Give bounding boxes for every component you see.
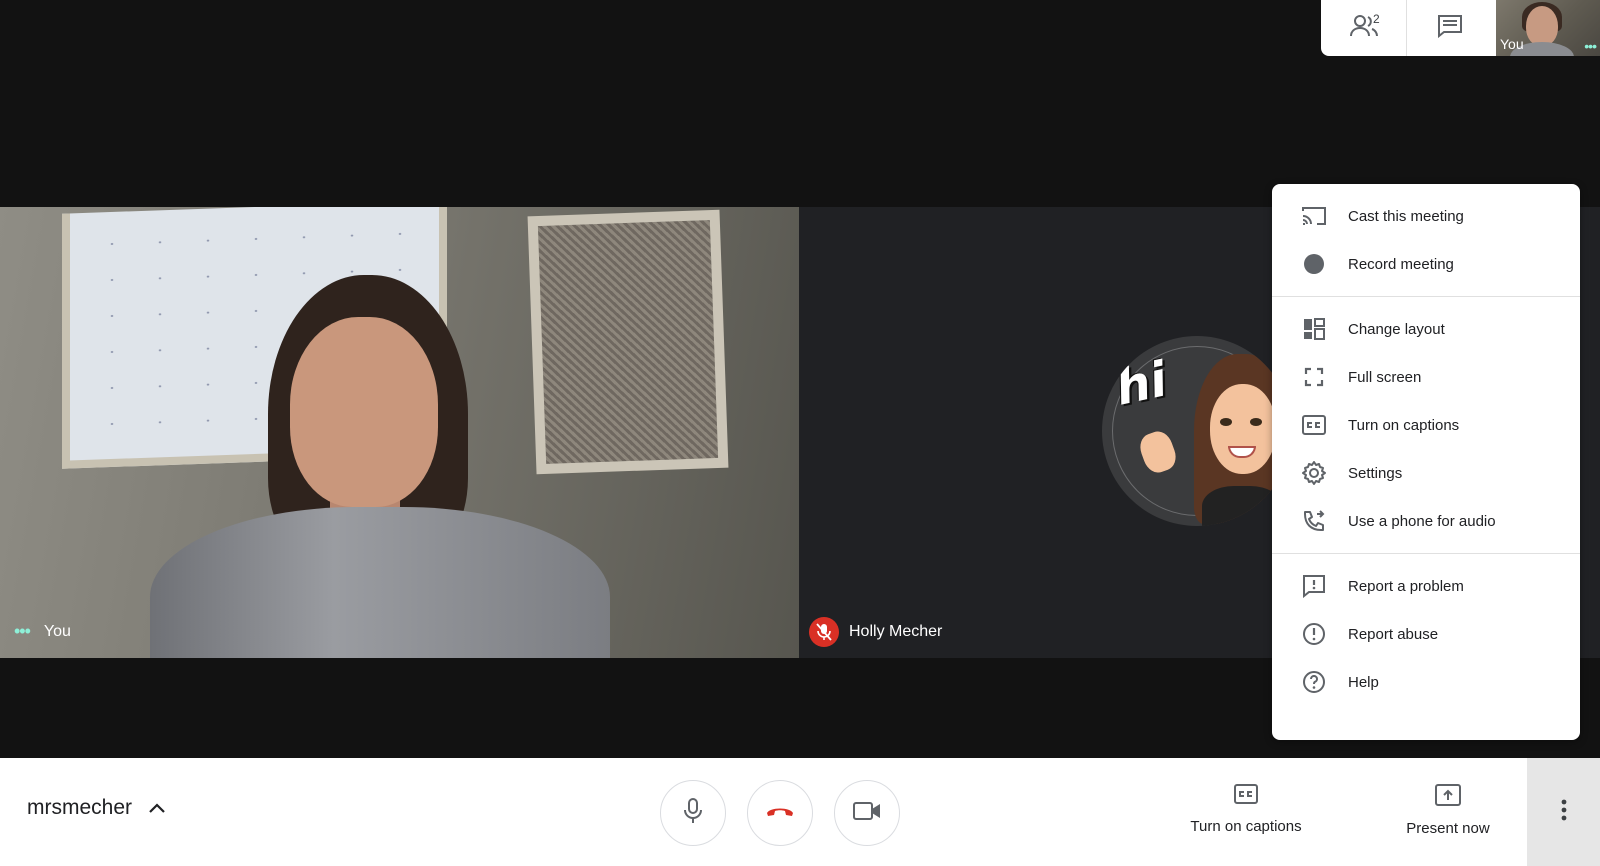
tile-label: ••• You [14, 621, 71, 642]
captions-icon [1300, 411, 1328, 439]
menu-item-label: Use a phone for audio [1348, 512, 1496, 530]
participant-name: You [43, 622, 71, 640]
menu-divider [1272, 553, 1580, 554]
mic-off-icon [809, 617, 839, 647]
hang-up-button[interactable] [747, 780, 813, 846]
chevron-up-icon [148, 796, 166, 820]
menu-item-label: Full screen [1348, 368, 1422, 386]
menu-item-record[interactable]: Record meeting [1272, 240, 1580, 288]
menu-item-label: Help [1348, 673, 1379, 691]
more-options-menu: Cast this meeting Record meeting Change … [1272, 184, 1580, 740]
bottom-bar: mrsmecher Turn on captions Present now [0, 758, 1600, 866]
audio-dots-icon: ••• [14, 621, 31, 641]
menu-item-label: Turn on captions [1348, 416, 1460, 434]
meeting-stage: 2 You ••• ••• You hi Holly Mecher Cast t… [0, 0, 1600, 866]
more-vert-icon [1561, 799, 1567, 826]
self-view-thumbnail[interactable]: You ••• [1496, 0, 1600, 56]
tile-label: Holly Mecher [809, 617, 942, 647]
microphone-icon [684, 797, 702, 829]
menu-item-report-abuse[interactable]: Report abuse [1272, 610, 1580, 658]
people-count: 2 [1373, 12, 1380, 26]
phone-icon [1300, 507, 1328, 535]
menu-item-captions[interactable]: Turn on captions [1272, 401, 1580, 449]
person-face [290, 317, 438, 507]
person-body [150, 507, 610, 658]
video-tile-you[interactable]: ••• You [0, 207, 799, 658]
hang-up-icon [765, 804, 795, 823]
captions-icon [1234, 784, 1258, 808]
present-now-button[interactable]: Present now [1386, 784, 1510, 837]
menu-item-label: Record meeting [1348, 255, 1454, 273]
help-icon [1300, 668, 1328, 696]
meeting-name: mrsmecher [27, 796, 133, 819]
self-thumb-label: You [1500, 36, 1524, 52]
captions-button[interactable]: Turn on captions [1180, 784, 1312, 835]
warning-icon [1300, 620, 1328, 648]
chat-button[interactable] [1407, 0, 1493, 56]
participant-name: Holly Mecher [849, 623, 943, 640]
self-thumb-face [1526, 6, 1558, 46]
cast-icon [1300, 202, 1328, 230]
chat-icon [1437, 14, 1463, 43]
layout-icon [1300, 315, 1328, 343]
feedback-icon [1300, 572, 1328, 600]
menu-item-cast[interactable]: Cast this meeting [1272, 192, 1580, 240]
menu-item-label: Change layout [1348, 320, 1445, 338]
participant-avatar: hi [1102, 336, 1292, 526]
menu-item-help[interactable]: Help [1272, 658, 1580, 706]
fullscreen-icon [1300, 363, 1328, 391]
menu-item-label: Cast this meeting [1348, 207, 1464, 225]
top-panel: 2 You ••• [1321, 0, 1600, 56]
audio-dots-icon: ••• [1584, 38, 1597, 54]
menu-item-change-layout[interactable]: Change layout [1272, 305, 1580, 353]
more-options-button[interactable] [1527, 758, 1600, 866]
menu-item-label: Report a problem [1348, 577, 1464, 595]
camera-button[interactable] [834, 780, 900, 846]
menu-item-full-screen[interactable]: Full screen [1272, 353, 1580, 401]
menu-item-phone-audio[interactable]: Use a phone for audio [1272, 497, 1580, 545]
mic-button[interactable] [660, 780, 726, 846]
menu-item-label: Report abuse [1348, 625, 1439, 643]
captions-label: Turn on captions [1190, 818, 1302, 835]
menu-divider [1272, 296, 1580, 297]
gear-icon [1300, 459, 1328, 487]
video-camera-icon [853, 801, 881, 826]
present-screen-icon [1435, 784, 1461, 810]
menu-item-settings[interactable]: Settings [1272, 449, 1580, 497]
people-button[interactable]: 2 [1321, 0, 1407, 56]
menu-item-label: Settings [1348, 464, 1403, 482]
avatar-hi-text: hi [1110, 351, 1172, 417]
record-icon [1300, 250, 1328, 278]
meeting-details-button[interactable]: mrsmecher [27, 796, 166, 820]
menu-item-report-problem[interactable]: Report a problem [1272, 562, 1580, 610]
corkboard [527, 209, 729, 475]
present-label: Present now [1406, 820, 1490, 837]
